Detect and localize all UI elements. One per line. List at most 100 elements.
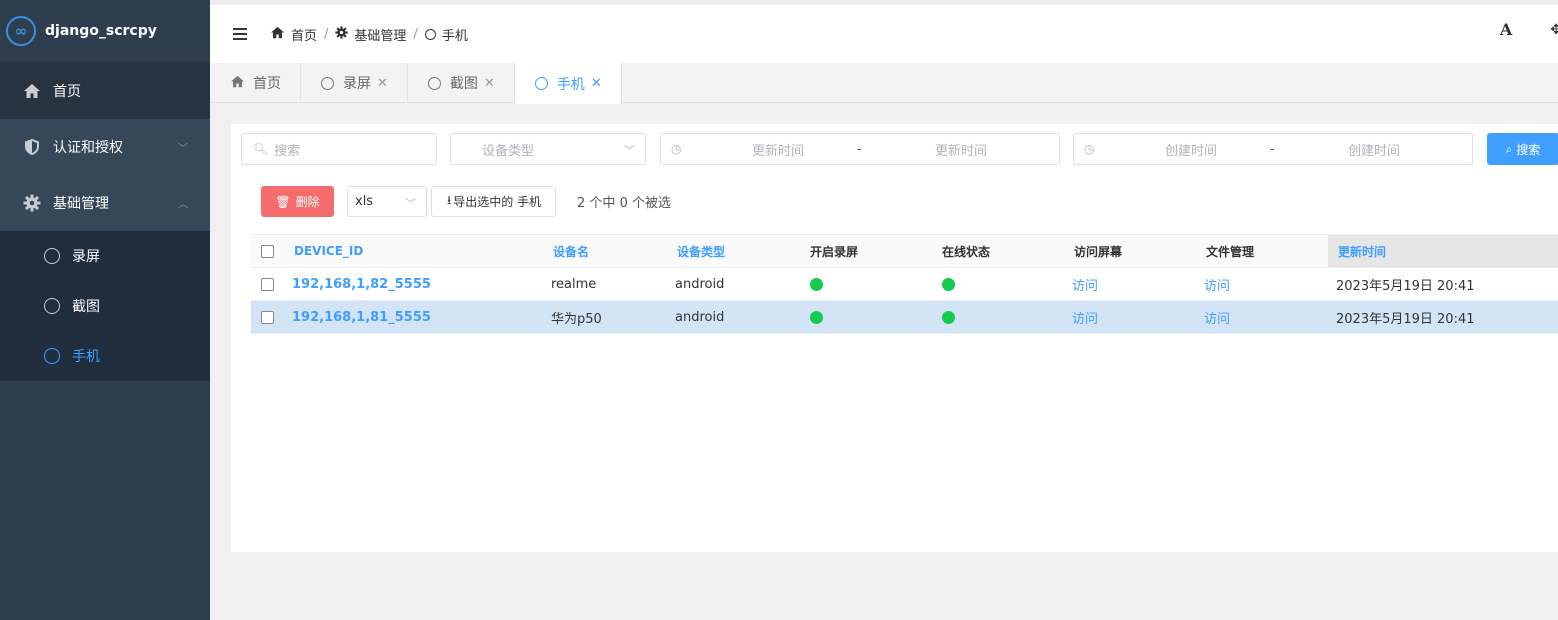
create-time-range[interactable]: ◷ 创建时间 - 创建时间	[1073, 133, 1473, 165]
select-all-checkbox[interactable]	[261, 244, 274, 258]
brand[interactable]: ∞ django_scrcpy	[0, 0, 210, 63]
search-button[interactable]: ⌕ 搜索	[1487, 133, 1558, 165]
tab-bar: 首页 录屏 ✕ 截图 ✕ 手机 ✕	[210, 63, 1558, 104]
update-start-field[interactable]: 更新时间	[752, 140, 804, 159]
sidebar-item-auth[interactable]: 认证和授权 ﹀	[0, 119, 210, 175]
search-icon: ⌕	[1505, 141, 1513, 156]
table-row: 192,168,1,82_5555 realme android 访问 访问 2…	[251, 268, 1558, 301]
col-files: 文件管理	[1206, 244, 1255, 259]
search-placeholder: 搜索	[274, 143, 301, 159]
sidebar-item-screenshot[interactable]: 截图	[0, 281, 210, 331]
table-row: 192,168,1,81_5555 华为p50 android 访问 访问 20…	[251, 301, 1558, 334]
search-icon: 🔍︎	[253, 142, 269, 156]
files-link[interactable]: 访问	[1204, 301, 1230, 333]
sidebar-item-label: 录屏	[72, 249, 100, 265]
device-name: realme	[551, 276, 597, 292]
export-button[interactable]: ⭳ 导出选中的 手机	[431, 186, 557, 217]
device-type-select[interactable]: 设备类型 ﹀	[450, 133, 646, 165]
tab-label: 首页	[253, 76, 281, 92]
tab-label: 截图	[449, 76, 478, 92]
font-size-icon[interactable]: A	[1500, 20, 1512, 39]
device-type: android	[675, 309, 725, 325]
device-type: android	[675, 276, 725, 292]
delete-label: 删除	[295, 195, 320, 209]
row-checkbox[interactable]	[261, 310, 274, 324]
col-record: 开启录屏	[810, 244, 859, 259]
screen-link[interactable]: 访问	[1072, 268, 1098, 300]
close-icon[interactable]: ✕	[484, 76, 495, 91]
trash-icon: 🗑︎	[275, 194, 291, 209]
tab-home[interactable]: 首页	[210, 63, 301, 103]
sidebar-item-home[interactable]: 首页	[0, 63, 210, 119]
export-format-select[interactable]: xls ﹀	[347, 186, 427, 217]
breadcrumb-separator: /	[324, 26, 329, 42]
device-id-link[interactable]: 192,168,1,81_5555	[292, 301, 431, 333]
files-link[interactable]: 访问	[1204, 268, 1230, 300]
tab-screenshot[interactable]: 截图 ✕	[408, 63, 515, 103]
sidebar-item-phone[interactable]: 手机	[0, 331, 210, 381]
online-status-dot	[942, 310, 955, 324]
record-status-dot	[810, 277, 823, 291]
close-icon[interactable]: ✕	[591, 76, 602, 91]
tab-record[interactable]: 录屏 ✕	[301, 63, 408, 103]
gear-icon	[335, 25, 349, 43]
chevron-down-icon: ﹀	[178, 143, 188, 155]
sidebar: ∞ django_scrcpy 首页 认证和授权 ﹀ 基础管理 ︿ 录屏 截图	[0, 0, 210, 620]
fullscreen-icon[interactable]: ✥	[1550, 22, 1558, 38]
device-id-link[interactable]: 192,168,1,82_5555	[292, 268, 431, 300]
update-time-range[interactable]: ◷ 更新时间 - 更新时间	[660, 133, 1060, 165]
close-icon[interactable]: ✕	[377, 76, 388, 91]
header: 首页 / 基础管理 / 手机 A ✥	[210, 0, 1558, 63]
header-actions: A ✥	[1500, 20, 1558, 39]
col-screen: 访问屏幕	[1074, 244, 1123, 259]
home-icon	[230, 75, 245, 92]
updated-time: 2023年5月19日 20:41	[1336, 278, 1475, 294]
circle-icon	[424, 28, 436, 40]
online-status-dot	[942, 277, 955, 291]
chevron-up-icon: ︿	[178, 199, 188, 211]
breadcrumb: 首页 / 基础管理 / 手机	[270, 25, 468, 44]
circle-icon	[44, 348, 60, 364]
device-name: 华为p50	[551, 311, 602, 327]
content-card: 🔍︎ 搜索 设备类型 ﹀ ◷ 更新时间 - 更新时间 ◷ 创建时间 - 创建时间…	[231, 124, 1558, 552]
tab-label: 手机	[556, 76, 585, 93]
search-bar: 🔍︎ 搜索 设备类型 ﹀ ◷ 更新时间 - 更新时间 ◷ 创建时间 - 创建时间…	[241, 133, 1558, 165]
sidebar-item-label: 截图	[72, 299, 100, 315]
range-separator: -	[1270, 141, 1275, 157]
home-icon	[270, 26, 285, 43]
tab-phone[interactable]: 手机 ✕	[514, 63, 622, 104]
delete-button[interactable]: 🗑︎ 删除	[261, 186, 334, 217]
update-end-field[interactable]: 更新时间	[935, 140, 987, 159]
breadcrumb-base[interactable]: 基础管理	[354, 25, 406, 44]
sidebar-item-record[interactable]: 录屏	[0, 231, 210, 281]
clock-icon: ◷	[1084, 142, 1095, 156]
circle-icon	[534, 77, 548, 90]
sidebar-item-label: 认证和授权	[53, 140, 123, 156]
breadcrumb-home[interactable]: 首页	[291, 25, 317, 44]
create-end-field[interactable]: 创建时间	[1348, 140, 1400, 159]
clock-icon: ◷	[671, 142, 682, 156]
home-icon	[22, 81, 42, 101]
circle-icon	[321, 76, 334, 90]
col-device-type[interactable]: 设备类型	[677, 235, 725, 267]
circle-icon	[427, 76, 441, 90]
sidebar-item-base[interactable]: 基础管理 ︿	[0, 175, 210, 231]
create-start-field[interactable]: 创建时间	[1165, 140, 1217, 159]
row-checkbox[interactable]	[261, 277, 274, 291]
col-online: 在线状态	[942, 244, 991, 259]
breadcrumb-current: 手机	[441, 28, 468, 44]
search-button-label: 搜索	[1516, 142, 1541, 157]
sidebar-item-label: 基础管理	[53, 196, 109, 212]
screen-link[interactable]: 访问	[1072, 301, 1098, 333]
col-updated[interactable]: 更新时间	[1328, 235, 1558, 267]
menu-toggle-icon[interactable]	[233, 28, 247, 40]
app-name: django_scrcpy	[45, 23, 157, 39]
gear-icon	[22, 193, 42, 213]
search-input[interactable]: 🔍︎ 搜索	[241, 133, 437, 165]
submenu-base: 录屏 截图 手机	[0, 231, 210, 381]
range-separator: -	[857, 141, 862, 157]
col-device-name[interactable]: 设备名	[553, 235, 589, 267]
device-table: DEVICE_ID 设备名 设备类型 开启录屏 在线状态 访问屏幕 文件管理 更…	[251, 234, 1558, 334]
col-device-id[interactable]: DEVICE_ID	[294, 235, 363, 267]
sidebar-item-label: 手机	[72, 349, 100, 365]
